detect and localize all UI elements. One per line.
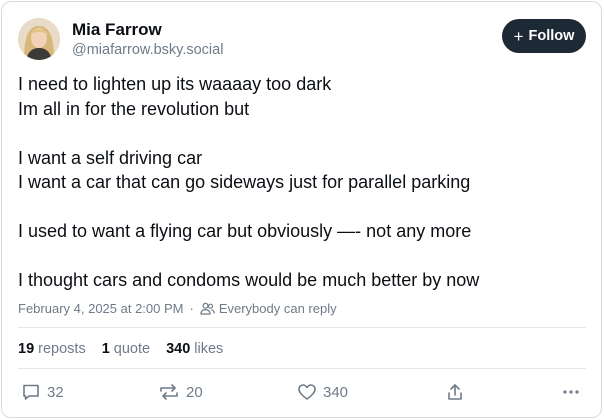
- post-line: I want a car that can go sideways just f…: [18, 172, 471, 192]
- reply-setting: Everybody can reply: [200, 301, 337, 316]
- repost-button[interactable]: 20: [158, 382, 203, 402]
- reposts-stat[interactable]: 19 reposts: [18, 341, 86, 357]
- post-meta: February 4, 2025 at 2:00 PM · Everybody …: [18, 301, 337, 316]
- share-button[interactable]: [445, 382, 465, 402]
- follow-button[interactable]: + Follow: [502, 19, 586, 53]
- post-line: I used to want a flying car but obviousl…: [18, 221, 472, 241]
- author-name[interactable]: Mia Farrow: [72, 20, 162, 40]
- post-actions: 32 20 340: [2, 382, 604, 406]
- post-stats: 19 reposts 1 quote 340 likes: [18, 341, 223, 357]
- reply-count: 32: [47, 383, 64, 401]
- plus-icon: +: [513, 26, 524, 46]
- likes-count: 340: [166, 341, 191, 357]
- post-line: Im all in for the revolution but: [18, 98, 250, 119]
- more-icon: [563, 390, 579, 394]
- reply-button[interactable]: 32: [21, 382, 64, 402]
- post-card: Mia Farrow @miafarrow.bsky.social + Foll…: [1, 1, 602, 418]
- share-icon: [448, 384, 462, 400]
- meta-separator: ·: [189, 301, 194, 316]
- post-line: I need to lighten up its waaaay too dark: [18, 74, 332, 94]
- author-handle[interactable]: @miafarrow.bsky.social: [72, 42, 223, 58]
- reposts-count: 19: [18, 341, 35, 357]
- reposts-label: reposts: [38, 341, 86, 357]
- heart-icon: [298, 384, 316, 400]
- people-icon: [200, 302, 215, 315]
- likes-label: likes: [194, 341, 224, 357]
- divider: [18, 368, 586, 369]
- post-line: I thought cars and condoms would be much…: [18, 270, 480, 290]
- repost-count: 20: [186, 383, 203, 401]
- repost-icon: [160, 384, 178, 400]
- divider: [18, 327, 586, 328]
- quotes-stat[interactable]: 1 quote: [102, 341, 150, 357]
- follow-label: Follow: [528, 28, 575, 44]
- like-count: 340: [323, 383, 349, 401]
- more-options-button[interactable]: [561, 382, 581, 402]
- post-timestamp[interactable]: February 4, 2025 at 2:00 PM: [18, 301, 183, 316]
- quotes-count: 1: [101, 341, 110, 357]
- like-button[interactable]: 340: [297, 382, 348, 402]
- post-text: I need to lighten up its waaaay too dark…: [18, 72, 588, 293]
- reply-setting-label: Everybody can reply: [218, 301, 337, 316]
- avatar[interactable]: [18, 18, 60, 60]
- post-line: I want a self driving car: [18, 147, 203, 168]
- quotes-label: quote: [113, 341, 151, 357]
- reply-icon: [23, 384, 39, 400]
- likes-stat[interactable]: 340 likes: [166, 341, 223, 357]
